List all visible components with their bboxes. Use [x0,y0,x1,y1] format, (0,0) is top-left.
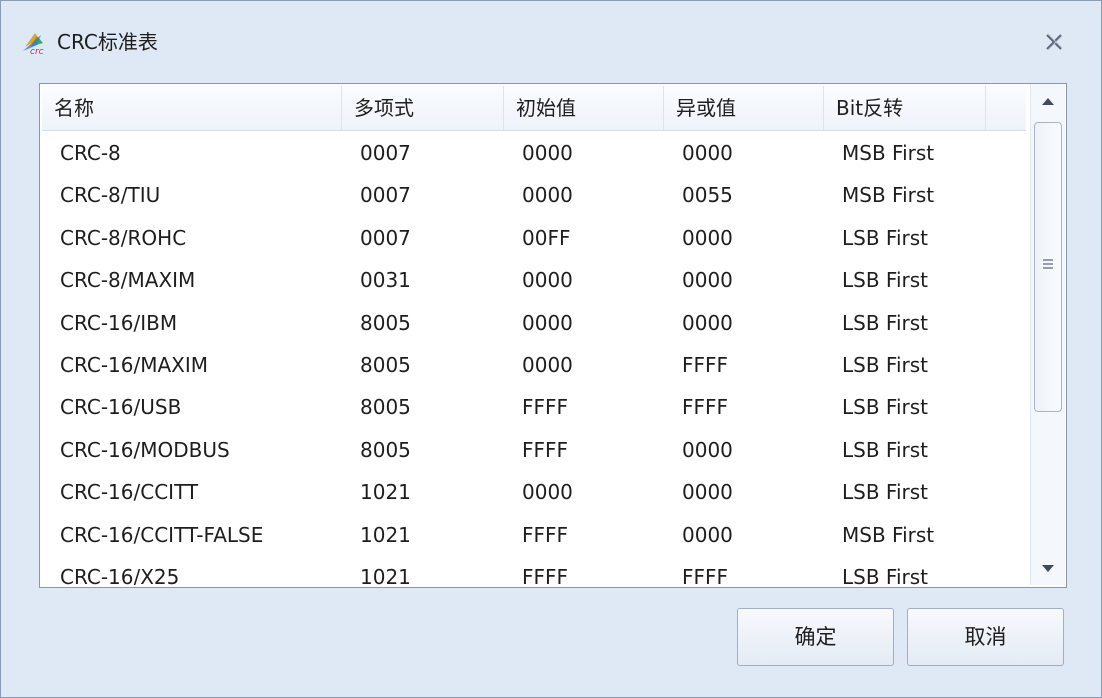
cancel-button[interactable]: 取消 [907,608,1064,666]
scroll-down-arrow-icon[interactable] [1031,552,1065,584]
table-row[interactable]: CRC-16/CCITT-FALSE 1021 FFFF 0000 MSB First [42,514,1026,556]
cell-name: CRC-8/ROHC [60,225,187,250]
crc-table[interactable]: 名称 多项式 初始值 异或值 Bit反转 CRC-8 0007 0000 0000 MS… [39,83,1067,588]
cell-initial-value: FFFF [522,565,569,585]
crc-app-icon: crc [21,27,51,57]
cell-bit-reverse: MSB First [842,183,935,208]
cell-name: CRC-16/IBM [60,310,178,335]
table-row[interactable]: CRC-8/MAXIM 0031 0000 0000 LSB First [42,259,1026,301]
cell-xor-value: FFFF [682,395,729,420]
cell-polynomial: 8005 [360,437,411,462]
cell-xor-value: 0000 [682,310,733,335]
cell-bit-reverse: LSB First [842,480,929,505]
cell-xor-value: 0000 [682,437,733,462]
cell-name: CRC-16/CCITT [60,480,199,505]
cell-bit-reverse: MSB First [842,141,935,165]
close-icon[interactable] [1041,29,1067,55]
table-row[interactable]: CRC-8/ROHC 0007 00FF 0000 LSB First [42,217,1026,259]
cell-polynomial: 8005 [360,353,411,377]
cell-initial-value: 0000 [522,141,573,165]
cell-polynomial: 1021 [360,522,411,547]
cell-xor-value: 0000 [682,141,733,165]
cell-initial-value: 0000 [522,310,573,335]
cell-name: CRC-16/MAXIM [60,353,209,377]
table-header: 名称 多项式 初始值 异或值 Bit反转 [42,86,1026,131]
cell-name: CRC-16/USB [60,395,182,420]
cell-polynomial: 1021 [360,480,411,505]
vertical-scrollbar[interactable] [1030,84,1065,585]
cell-initial-value: 0000 [522,480,573,505]
cell-xor-value: 0000 [682,268,733,293]
ok-button[interactable]: 确定 [737,608,894,666]
cell-bit-reverse: LSB First [842,437,929,462]
cell-bit-reverse: LSB First [842,225,929,250]
cell-xor-value: 0055 [682,183,733,208]
column-header-polynomial[interactable]: 多项式 [342,86,504,130]
cell-polynomial: 1021 [360,565,411,585]
table-row[interactable]: CRC-16/MAXIM 8005 0000 FFFF LSB First [42,344,1026,386]
cell-polynomial: 0007 [360,183,411,208]
column-header-bit-reverse[interactable]: Bit反转 [824,86,986,130]
cell-polynomial: 8005 [360,395,411,420]
table-row[interactable]: CRC-16/X25 1021 FFFF FFFF LSB First [42,556,1026,585]
grip-icon [1043,259,1053,269]
cell-bit-reverse: LSB First [842,395,929,420]
title-bar: crc CRC标准表 [1,1,1101,81]
cell-xor-value: 0000 [682,225,733,250]
cell-bit-reverse: LSB First [842,268,929,293]
crc-standard-dialog: crc CRC标准表 名称 多项式 初始值 异或值 Bit反转 CRC-8 000… [0,0,1102,698]
cell-polynomial: 0007 [360,225,411,250]
cell-polynomial: 8005 [360,310,411,335]
table-row[interactable]: CRC-8 0007 0000 0000 MSB First [42,132,1026,174]
scrollbar-thumb[interactable] [1034,122,1062,412]
cell-name: CRC-8/MAXIM [60,268,196,293]
cell-initial-value: 0000 [522,268,573,293]
table-row[interactable]: CRC-16/USB 8005 FFFF FFFF LSB First [42,386,1026,428]
cell-name: CRC-16/MODBUS [60,437,230,462]
cell-initial-value: FFFF [522,395,569,420]
cell-xor-value: FFFF [682,353,729,377]
column-header-name[interactable]: 名称 [42,86,342,130]
cell-bit-reverse: LSB First [842,565,929,585]
table-row[interactable]: CRC-16/MODBUS 8005 FFFF 0000 LSB First [42,429,1026,471]
cell-initial-value: 00FF [522,225,571,250]
cell-name: CRC-8 [60,141,121,165]
cell-initial-value: 0000 [522,183,573,208]
cell-name: CRC-16/CCITT-FALSE [60,522,264,547]
table-row[interactable]: CRC-16/IBM 8005 0000 0000 LSB First [42,302,1026,344]
column-header-xor-value[interactable]: 异或值 [664,86,824,130]
cell-bit-reverse: LSB First [842,353,929,377]
cell-initial-value: 0000 [522,353,573,377]
cell-xor-value: 0000 [682,522,733,547]
cell-xor-value: FFFF [682,565,729,585]
cell-initial-value: FFFF [522,437,569,462]
cell-polynomial: 0031 [360,268,411,293]
table-row[interactable]: CRC-16/CCITT 1021 0000 0000 LSB First [42,471,1026,513]
window-title: CRC标准表 [57,30,158,54]
cell-initial-value: FFFF [522,522,569,547]
cell-xor-value: 0000 [682,480,733,505]
table-body: CRC-8 0007 0000 0000 MSB First CRC-8/TIU 0007 0… [42,132,1026,585]
column-header-initial-value[interactable]: 初始值 [504,86,664,130]
scroll-up-arrow-icon[interactable] [1031,86,1065,118]
table-row[interactable]: CRC-8/TIU 0007 0000 0055 MSB First [42,174,1026,216]
cell-bit-reverse: LSB First [842,310,929,335]
cell-bit-reverse: MSB First [842,522,935,547]
cell-name: CRC-8/TIU [60,183,161,208]
cell-name: CRC-16/X25 [60,565,180,585]
svg-text:crc: crc [30,47,44,57]
cell-polynomial: 0007 [360,141,411,165]
